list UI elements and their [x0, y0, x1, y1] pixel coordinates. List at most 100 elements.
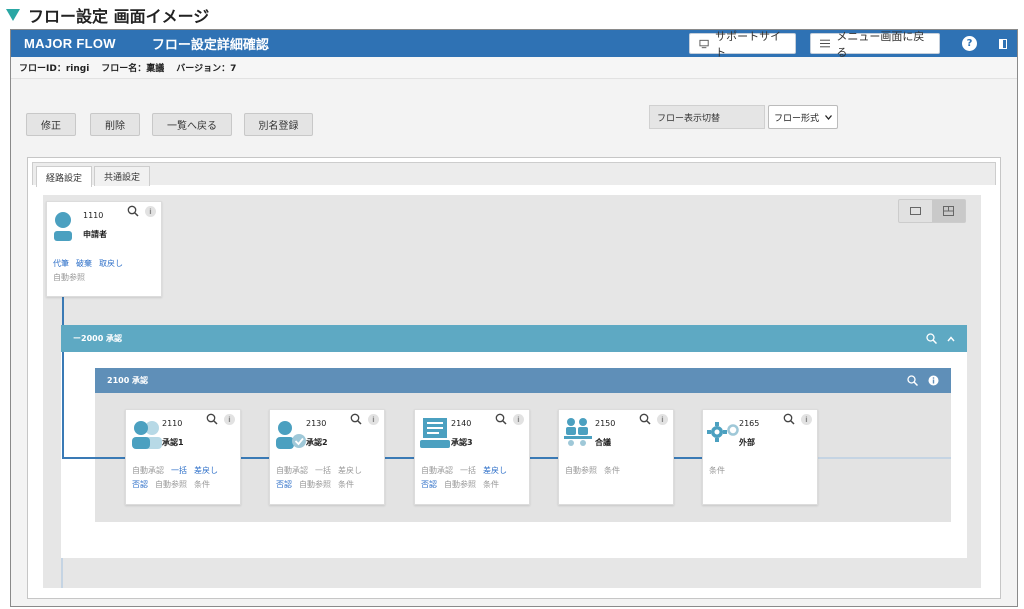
auto-reference-label: 自動参照: [299, 480, 331, 489]
bulk-label: 一括: [460, 466, 476, 475]
view-single-button[interactable]: [899, 200, 932, 222]
reject-link[interactable]: 否認: [276, 479, 292, 490]
back-to-menu-label: メニュー画面に戻る: [836, 29, 925, 59]
auto-reference-label: 自動参照: [565, 466, 597, 475]
collapse-dash-icon[interactable]: ー: [73, 333, 81, 344]
connector-2150-2165: [674, 457, 702, 459]
caption-text: フロー設定 画面イメージ: [28, 7, 210, 26]
node-number: 2130: [306, 419, 327, 428]
connector-2110-2130: [241, 457, 269, 459]
person-icon: [54, 212, 72, 241]
node-card-2130[interactable]: 2130 承認2 i 自動承認 一括 差戻し 否認 自動参照 条件: [269, 409, 385, 505]
zoom-icon[interactable]: [206, 413, 218, 425]
node-card-1110[interactable]: 1110 申請者 i 代筆 破棄 取戻し 自動参照: [46, 201, 162, 297]
reject-link[interactable]: 否認: [421, 479, 437, 490]
bulk-link[interactable]: 一括: [171, 465, 187, 476]
info-icon[interactable]: i: [513, 414, 524, 425]
triangle-down-icon: [6, 9, 20, 21]
node-name: 合議: [595, 438, 611, 447]
connector-vertical: [62, 352, 64, 459]
display-mode-select[interactable]: フロー形式: [768, 105, 838, 129]
sendback-link[interactable]: 差戻し: [483, 465, 507, 476]
page-title: フロー設定詳細確認: [151, 38, 269, 53]
display-mode-value: フロー形式: [774, 113, 820, 124]
sendback-link[interactable]: 差戻し: [194, 465, 218, 476]
back-to-menu-button[interactable]: メニュー画面に戻る: [810, 30, 940, 59]
zoom-icon[interactable]: [350, 413, 362, 425]
auto-reference-label: 自動参照: [444, 480, 476, 489]
back-to-list-button[interactable]: 一覧へ戻る: [152, 113, 232, 136]
support-site-label: サポートサイト: [715, 29, 782, 59]
auto-approve-label: 自動承認: [132, 466, 164, 475]
zoom-icon[interactable]: [783, 413, 795, 425]
edit-button[interactable]: 修正: [26, 113, 76, 136]
alias-register-button[interactable]: 別名登録: [244, 113, 313, 136]
page-caption: フロー設定 画面イメージ: [6, 3, 209, 27]
withdraw-link[interactable]: 取戻し: [99, 258, 123, 269]
group-2100-header: 2100 承認: [95, 368, 951, 393]
condition-label: 条件: [709, 466, 725, 475]
auto-approve-label: 自動承認: [421, 466, 453, 475]
condition-label: 条件: [338, 480, 354, 489]
node-name: 外部: [739, 438, 755, 447]
reject-link[interactable]: 否認: [132, 479, 148, 490]
help-icon[interactable]: ?: [962, 36, 977, 51]
node-name: 承認2: [306, 438, 328, 447]
discard-link[interactable]: 破棄: [76, 258, 92, 269]
node-card-2165[interactable]: 2165 外部 i 条件: [702, 409, 818, 505]
connector-end: [818, 457, 951, 459]
zoom-icon[interactable]: [926, 333, 937, 344]
auto-reference-label: 自動参照: [53, 273, 85, 282]
info-icon[interactable]: [928, 375, 939, 386]
auto-approve-label: 自動承認: [276, 466, 308, 475]
person-check-icon: [276, 421, 306, 449]
tab-route-settings[interactable]: 経路設定: [36, 166, 92, 187]
condition-label: 条件: [604, 466, 620, 475]
menu-icon: [820, 39, 831, 48]
view-toggle: [898, 199, 966, 223]
group-2000-label: 2000 承認: [81, 334, 123, 343]
node-card-2150[interactable]: 2150 合議 i 自動参照 条件: [558, 409, 674, 505]
tab-common-settings[interactable]: 共通設定: [94, 166, 150, 186]
connector-2130-2140: [385, 457, 414, 459]
zoom-icon[interactable]: [907, 375, 918, 386]
monitor-icon: [699, 39, 709, 48]
proxy-link[interactable]: 代筆: [53, 258, 69, 269]
chevron-up-icon[interactable]: [947, 335, 955, 342]
connector-start: [62, 457, 125, 459]
bulk-label: 一括: [315, 466, 331, 475]
action-bar: 修正 削除 一覧へ戻る 別名登録 フロー表示切替 フロー形式: [11, 88, 1017, 158]
people-group-icon: [132, 421, 162, 449]
zoom-icon[interactable]: [639, 413, 651, 425]
zoom-icon[interactable]: [127, 205, 139, 217]
flow-name: フロー名：稟議: [101, 64, 165, 74]
single-pane-icon: [910, 207, 921, 215]
delete-button[interactable]: 削除: [90, 113, 140, 136]
node-number: 2165: [739, 419, 760, 428]
auto-reference-label: 自動参照: [155, 480, 187, 489]
view-split-button[interactable]: [932, 200, 965, 222]
support-site-button[interactable]: サポートサイト: [689, 30, 796, 59]
node-card-2110[interactable]: 2110 承認1 i 自動承認 一括 差戻し 否認 自動参照 条件: [125, 409, 241, 505]
flow-canvas: ー 2000 承認 2100 承認 1110 申請者 i 代筆 破棄 取戻し 自…: [43, 195, 981, 588]
gears-icon: [707, 422, 739, 442]
logout-icon[interactable]: [995, 36, 1010, 51]
node-name: 承認1: [162, 438, 184, 447]
info-icon[interactable]: i: [368, 414, 379, 425]
chevron-down-icon: [825, 114, 832, 120]
connector-tail: [61, 558, 63, 588]
condition-label: 条件: [194, 480, 210, 489]
app-window: MAJOR FLOW フロー設定詳細確認 サポートサイト メニュー画面に戻る ?…: [10, 29, 1018, 607]
info-icon[interactable]: i: [657, 414, 668, 425]
node-number: 2150: [595, 419, 616, 428]
top-header: MAJOR FLOW フロー設定詳細確認 サポートサイト メニュー画面に戻る ?: [11, 30, 1017, 59]
info-icon[interactable]: i: [801, 414, 812, 425]
node-name: 申請者: [83, 230, 107, 239]
node-name: 承認3: [451, 438, 473, 447]
document-icon: [420, 418, 450, 448]
node-number: 2110: [162, 419, 183, 428]
node-card-2140[interactable]: 2140 承認3 i 自動承認 一括 差戻し 否認 自動参照 条件: [414, 409, 530, 505]
info-icon[interactable]: i: [145, 206, 156, 217]
info-icon[interactable]: i: [224, 414, 235, 425]
zoom-icon[interactable]: [495, 413, 507, 425]
